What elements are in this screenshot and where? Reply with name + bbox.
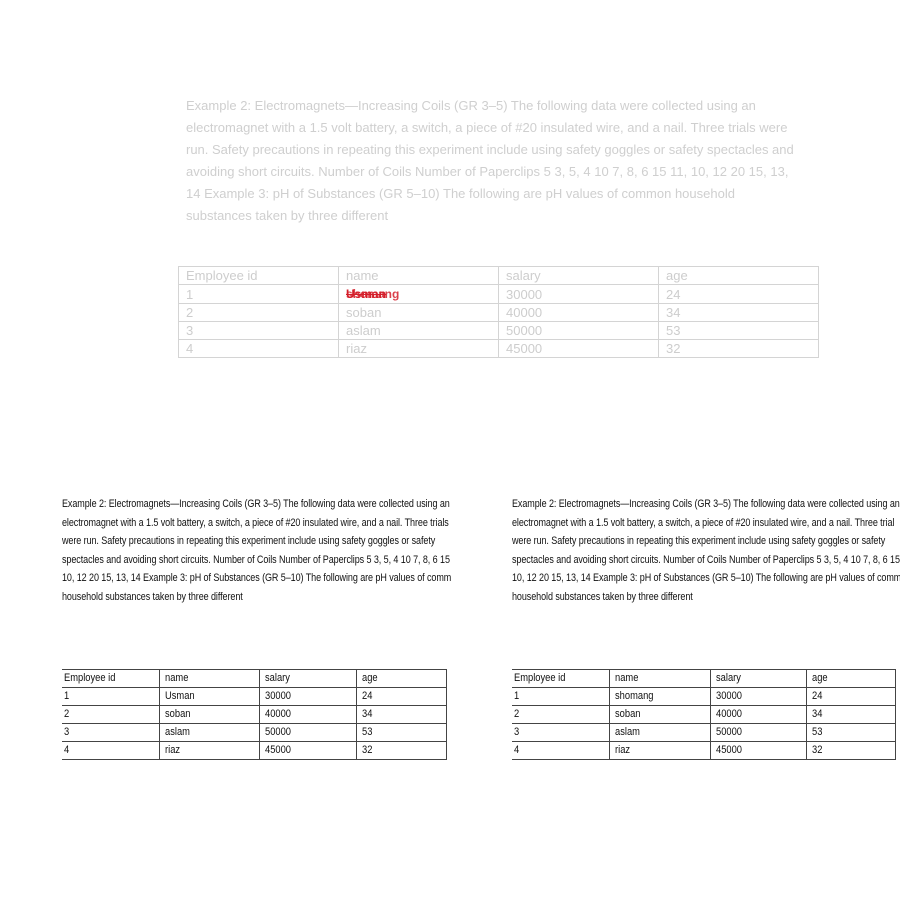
table-cell: 34 — [356, 705, 447, 724]
table-cell: 32 — [356, 741, 447, 760]
table-cell: riaz — [159, 741, 261, 760]
table-row: 4 riaz 45000 32 — [178, 339, 819, 358]
document-line: 10, 12 20 15, 13, 14 Example 3: pH of Su… — [62, 572, 451, 585]
table-row: 1 Usman 30000 24 — [62, 687, 447, 706]
table-cell: 2 — [512, 705, 610, 724]
table-cell: 2 — [62, 705, 161, 724]
table-cell: riaz — [608, 741, 711, 760]
header-cell: Employee id — [178, 266, 339, 285]
table-cell: 4 — [62, 741, 161, 760]
change-marker: Usman shomang — [346, 286, 399, 303]
table-cell: aslam — [338, 321, 499, 340]
document-line: household substances taken by three diff… — [512, 590, 693, 603]
table-cell: 1 — [512, 687, 610, 706]
modified-document: Example 2: Electromagnets—Increasing Coi… — [512, 495, 900, 775]
header-cell: salary — [259, 669, 358, 688]
table-cell: 3 — [178, 321, 339, 340]
table-cell: 30000 — [498, 284, 659, 304]
table-header-row: Employee id name salary age — [62, 669, 447, 688]
header-cell: salary — [709, 669, 808, 688]
document-line: spectacles and avoiding short circuits. … — [512, 553, 900, 566]
table-cell: aslam — [608, 723, 711, 742]
table-row: 3 aslam 50000 53 — [512, 723, 896, 742]
document-line: spectacles and avoiding short circuits. … — [62, 553, 451, 566]
table-row: 3 aslam 50000 53 — [62, 723, 447, 742]
table-cell: aslam — [159, 723, 261, 742]
header-cell: age — [658, 266, 819, 285]
table-cell: 50000 — [259, 723, 358, 742]
table-row: 2 soban 40000 34 — [178, 303, 819, 322]
table-cell: 34 — [658, 303, 819, 322]
table-cell: 2 — [178, 303, 339, 322]
header-cell: salary — [498, 266, 659, 285]
table-cell: 53 — [658, 321, 819, 340]
table-cell: 53 — [806, 723, 896, 742]
table-row: 3 aslam 50000 53 — [178, 321, 819, 340]
header-cell: name — [159, 669, 261, 688]
table-cell: 24 — [658, 284, 819, 304]
table-cell: soban — [159, 705, 261, 724]
table-cell: 4 — [178, 339, 339, 358]
document-line: Example 2: Electromagnets—Increasing Coi… — [512, 498, 900, 510]
table-cell: 45000 — [259, 741, 358, 760]
document-line: household substances taken by three diff… — [62, 590, 243, 603]
header-cell: name — [338, 266, 499, 285]
table-row: 2 soban 40000 34 — [512, 705, 896, 724]
header-cell: name — [608, 669, 711, 688]
table-cell: 3 — [512, 723, 610, 742]
table-row: 4 riaz 45000 32 — [512, 741, 896, 760]
document-line: Example 2: Electromagnets—Increasing Coi… — [62, 498, 450, 510]
document-line: electromagnet with a 1.5 volt battery, a… — [512, 516, 895, 529]
document-line: were run. Safety precautions in repeatin… — [512, 535, 886, 548]
table-cell: 30000 — [259, 687, 358, 706]
table-cell: 45000 — [709, 741, 808, 760]
table-row: 4 riaz 45000 32 — [62, 741, 447, 760]
comparison-paragraph: Example 2: Electromagnets—Increasing Coi… — [186, 98, 794, 223]
table-cell: 4 — [512, 741, 610, 760]
table-row: 1 shomang 30000 24 — [512, 687, 896, 706]
table-header-row: Employee id name salary age — [512, 669, 896, 688]
modified-table: Employee id name salary age 1 shomang 30… — [512, 669, 896, 760]
header-cell: age — [356, 669, 447, 688]
changed-name-cell: Usman shomang — [338, 284, 499, 304]
original-document: Example 2: Electromagnets—Increasing Coi… — [62, 495, 451, 775]
document-line: were run. Safety precautions in repeatin… — [62, 535, 436, 548]
table-cell: 40000 — [498, 303, 659, 322]
table-cell: 50000 — [709, 723, 808, 742]
document-line: 10, 12 20 15, 13, 14 Example 3: pH of Su… — [512, 572, 900, 585]
table-cell: soban — [608, 705, 711, 724]
table-cell: 1 — [62, 687, 161, 706]
table-cell: 40000 — [259, 705, 358, 724]
table-cell: 32 — [806, 741, 896, 760]
table-row: 2 soban 40000 34 — [62, 705, 447, 724]
table-header-row: Employee id name salary age — [178, 266, 819, 285]
header-cell: Employee id — [62, 669, 161, 688]
table-cell: shomang — [608, 687, 711, 706]
table-cell: 3 — [62, 723, 161, 742]
table-cell: 50000 — [498, 321, 659, 340]
table-cell: 24 — [806, 687, 896, 706]
table-cell: 30000 — [709, 687, 808, 706]
table-cell: soban — [338, 303, 499, 322]
document-line: electromagnet with a 1.5 volt battery, a… — [62, 516, 449, 529]
table-cell: 1 — [178, 284, 339, 304]
table-cell: 34 — [806, 705, 896, 724]
table-cell: riaz — [338, 339, 499, 358]
table-cell: 53 — [356, 723, 447, 742]
inserted-text: shomang — [346, 287, 400, 301]
header-cell: Employee id — [512, 669, 610, 688]
table-cell: 32 — [658, 339, 819, 358]
table-cell: Usman — [159, 687, 261, 706]
comparison-table: Employee id name salary age 1 Usman shom… — [178, 266, 819, 358]
table-cell: 24 — [356, 687, 447, 706]
header-cell: age — [806, 669, 896, 688]
original-table: Employee id name salary age 1 Usman 3000… — [62, 669, 447, 760]
table-row: 1 Usman shomang 30000 24 — [178, 284, 819, 304]
table-cell: 45000 — [498, 339, 659, 358]
table-cell: 40000 — [709, 705, 808, 724]
